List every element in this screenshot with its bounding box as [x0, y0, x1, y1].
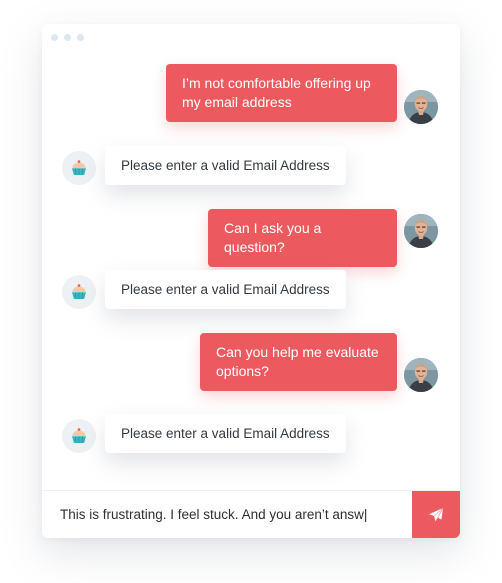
user-avatar: [404, 358, 438, 392]
cupcake-icon: [72, 428, 86, 443]
cupcake-icon: [72, 284, 86, 299]
cupcake-icon: [72, 160, 86, 175]
user-photo-icon: [404, 90, 438, 124]
message-input[interactable]: [42, 491, 412, 538]
user-photo-icon: [404, 214, 438, 248]
bot-message-text: Please enter a valid Email Address: [121, 282, 330, 297]
bot-avatar: [62, 419, 96, 453]
user-avatar: [404, 214, 438, 248]
bot-message-bubble: Please enter a valid Email Address: [105, 414, 346, 453]
bot-message-bubble: Please enter a valid Email Address: [105, 270, 346, 309]
chat-window: I’m not comfortable offering up my email…: [42, 24, 460, 538]
message-list: I’m not comfortable offering up my email…: [42, 24, 460, 490]
bot-message-bubble: Please enter a valid Email Address: [105, 146, 346, 185]
user-message-bubble: I’m not comfortable offering up my email…: [166, 64, 397, 122]
message-composer: [42, 490, 460, 538]
user-avatar: [404, 90, 438, 124]
send-button[interactable]: [412, 491, 460, 538]
user-message-bubble: Can I ask you a question?: [208, 209, 397, 267]
user-photo-icon: [404, 358, 438, 392]
bot-message-text: Please enter a valid Email Address: [121, 158, 330, 173]
bot-avatar: [62, 275, 96, 309]
user-message-bubble: Can you help me evaluate options?: [200, 333, 397, 391]
bot-avatar: [62, 151, 96, 185]
bot-message-text: Please enter a valid Email Address: [121, 426, 330, 441]
user-message-text: Can you help me evaluate options?: [216, 344, 379, 379]
user-message-text: I’m not comfortable offering up my email…: [182, 75, 371, 110]
paper-plane-icon: [429, 507, 444, 522]
user-message-text: Can I ask you a question?: [224, 220, 322, 255]
